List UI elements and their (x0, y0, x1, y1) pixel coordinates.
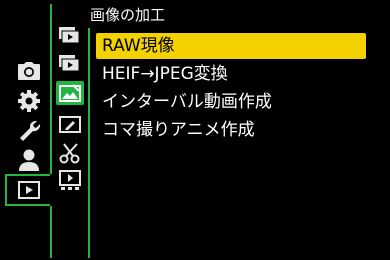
camera-icon[interactable] (16, 58, 42, 84)
image-edit-icon[interactable] (56, 81, 84, 105)
playback-icon[interactable] (5, 174, 50, 206)
frame-top-line (50, 4, 52, 174)
add-edit-info-icon[interactable] (56, 112, 84, 136)
wrench-icon[interactable] (16, 117, 42, 143)
frame-bottom-line (50, 206, 52, 258)
content-divider (88, 28, 90, 258)
menu-item-heif-to-jpeg[interactable]: HEIF→JPEG変換 (96, 61, 228, 87)
menu-item-time-lapse-video[interactable]: インターバル動画作成 (96, 89, 272, 115)
person-icon[interactable] (16, 147, 42, 173)
delete-icon[interactable] (56, 141, 84, 165)
menu-item-stop-motion-video[interactable]: コマ撮りアニメ作成 (96, 117, 255, 143)
menu-item-raw-processing[interactable]: RAW現像 (96, 33, 366, 59)
display-icon[interactable] (56, 52, 84, 76)
other-icon[interactable] (56, 168, 84, 192)
playback-mode-icon[interactable] (56, 24, 84, 48)
page-title: 画像の加工 (90, 6, 166, 24)
gear-icon[interactable] (16, 88, 42, 114)
